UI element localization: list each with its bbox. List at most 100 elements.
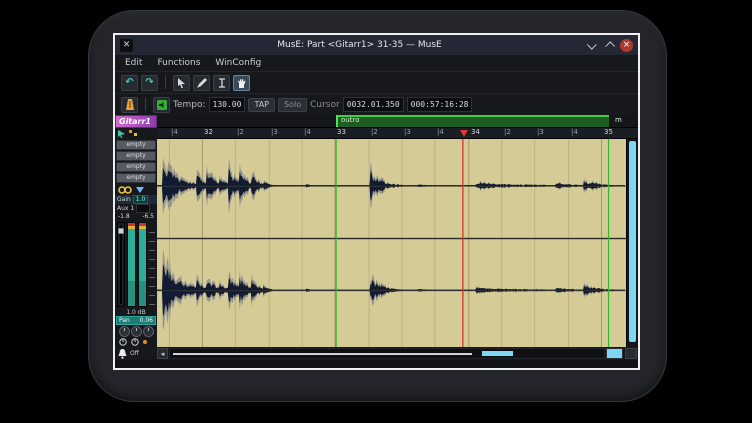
- pan-label: Pan: [119, 317, 130, 324]
- chevron-up-icon: [605, 41, 615, 51]
- menubar: Edit Functions WinConfig: [115, 55, 638, 71]
- scrollbar-trough: [173, 353, 472, 355]
- horizontal-scrollbar[interactable]: [169, 348, 605, 359]
- track-panel: empty empty empty empty Gain 1.0 Aux 1 -: [115, 139, 157, 347]
- redo-icon: ↷: [145, 77, 153, 88]
- muse-logo-icon: ✕: [120, 39, 133, 52]
- knob-icon[interactable]: [143, 326, 154, 337]
- solo-button[interactable]: Solo: [278, 98, 307, 112]
- ruler-tick-label: |3: [271, 129, 278, 136]
- arrow-left-icon: ◂: [161, 350, 165, 358]
- audition-button[interactable]: [153, 97, 170, 113]
- pointer-tool-button[interactable]: [173, 75, 190, 91]
- meter-scale: [149, 224, 155, 305]
- device-bezel: ✕ MusE: Part <Gitarr1> 31-35 — MusE × Ed…: [88, 10, 667, 402]
- cursor-timecode-value: 000:57:16:28: [407, 97, 473, 112]
- stereo-icon[interactable]: [118, 186, 132, 194]
- automation-mode-label[interactable]: Off: [130, 350, 139, 357]
- gain-label: Gain: [117, 196, 131, 203]
- tap-button[interactable]: TAP: [248, 98, 275, 112]
- waveform-svg: [157, 139, 626, 347]
- cursor-tool-button[interactable]: [213, 75, 230, 91]
- vertical-scrollbar-thumb[interactable]: [629, 141, 636, 342]
- tempo-value[interactable]: 130.00: [209, 97, 246, 112]
- toggle-row: [115, 337, 157, 347]
- pan-row[interactable]: Pan 0.06: [116, 316, 156, 325]
- marker-strip[interactable]: outro m: [157, 115, 638, 128]
- power-toggle-icon[interactable]: [119, 338, 127, 346]
- vertical-scrollbar[interactable]: [626, 139, 638, 347]
- controller-slot-button[interactable]: empty: [116, 173, 156, 183]
- zoom-slider[interactable]: [606, 348, 623, 359]
- undo-button[interactable]: ↶: [121, 75, 138, 91]
- grid-snap-icon[interactable]: [129, 130, 138, 137]
- pan-tool-button[interactable]: [233, 75, 250, 91]
- ruler-tick-label: |2: [237, 129, 244, 136]
- controller-slot-button[interactable]: empty: [116, 151, 156, 161]
- menu-functions[interactable]: Functions: [157, 58, 200, 68]
- waveform-canvas[interactable]: [157, 139, 626, 347]
- peak-left-value: -1.8: [118, 213, 130, 221]
- marker-next-label: m: [615, 117, 622, 124]
- ruler-tick-label: |4: [437, 129, 444, 136]
- marker-row: Gitarr1 outro m: [115, 115, 638, 128]
- select-arrow-icon[interactable]: [118, 130, 126, 138]
- bottom-left-cell: Off: [115, 349, 157, 359]
- toolbar-separator: [145, 98, 146, 111]
- ruler-tick-label: |4: [171, 129, 178, 136]
- bottom-bar: Off ◂: [115, 347, 638, 360]
- marker-region-outro[interactable]: [336, 115, 609, 127]
- playhead-marker[interactable]: [460, 130, 468, 137]
- ruler-tick-label: 32: [204, 129, 213, 136]
- scroll-left-button[interactable]: ◂: [157, 348, 168, 359]
- window-footer: [115, 360, 638, 368]
- bell-icon[interactable]: [118, 349, 127, 359]
- volume-fader[interactable]: [117, 222, 125, 307]
- ruler-tick-label: 35: [604, 129, 613, 136]
- pencil-tool-button[interactable]: [193, 75, 210, 91]
- aux-row: Aux 1: [115, 204, 157, 213]
- timeline-ruler[interactable]: |432|2|3|433|2|3|434|2|3|435: [157, 128, 638, 139]
- part-name-button[interactable]: Gitarr1: [115, 115, 157, 128]
- titlebar[interactable]: ✕ MusE: Part <Gitarr1> 31-35 — MusE ×: [115, 35, 638, 55]
- ruler-tick-label: |4: [304, 129, 311, 136]
- undo-icon: ↶: [125, 77, 133, 88]
- pencil-icon: [197, 78, 207, 88]
- level-meter-left: [127, 222, 136, 307]
- horizontal-scrollbar-thumb[interactable]: [482, 351, 512, 356]
- peak-right-value: -6.5: [142, 213, 154, 221]
- ruler-tick-label: 34: [471, 129, 480, 136]
- controller-slot-button[interactable]: empty: [116, 140, 156, 150]
- menu-edit[interactable]: Edit: [125, 58, 142, 68]
- redo-button[interactable]: ↷: [141, 75, 158, 91]
- ruler-tick-label: |3: [537, 129, 544, 136]
- gain-value[interactable]: 1.0: [133, 195, 149, 204]
- shade-button[interactable]: [586, 39, 599, 52]
- pointer-icon: [177, 78, 186, 88]
- corner-grip[interactable]: [625, 348, 637, 359]
- aux-knob[interactable]: [136, 204, 150, 213]
- muse-wave-editor-window: ✕ MusE: Part <Gitarr1> 31-35 — MusE × Ed…: [113, 33, 640, 370]
- stereo-row: [115, 184, 157, 195]
- menu-winconfig[interactable]: WinConfig: [215, 58, 261, 68]
- maximize-button[interactable]: [603, 39, 616, 52]
- meter-block: [115, 221, 157, 308]
- gain-db-label: 1.0 dB: [115, 308, 157, 316]
- knob-icon[interactable]: [119, 326, 130, 337]
- gain-row: Gain 1.0: [115, 195, 157, 204]
- speaker-icon: [157, 100, 167, 110]
- knob-icon[interactable]: [131, 326, 142, 337]
- marker-flag[interactable]: [336, 115, 338, 127]
- close-button[interactable]: ×: [620, 39, 633, 52]
- window-title: MusE: Part <Gitarr1> 31-35 — MusE: [137, 40, 582, 50]
- marker-label: outro: [341, 117, 359, 124]
- record-indicator-icon[interactable]: [143, 340, 147, 344]
- ruler-tick-label: 33: [337, 129, 346, 136]
- toolbar-tools: ↶ ↷: [115, 71, 638, 93]
- metronome-button[interactable]: [121, 97, 138, 113]
- power-toggle-icon[interactable]: [131, 338, 139, 346]
- controller-slot-button[interactable]: empty: [116, 162, 156, 172]
- route-down-icon[interactable]: [136, 187, 144, 193]
- fader-handle[interactable]: [118, 228, 124, 234]
- desktop: { "titlebar": { "title": "MusE: Part <Gi…: [0, 0, 752, 423]
